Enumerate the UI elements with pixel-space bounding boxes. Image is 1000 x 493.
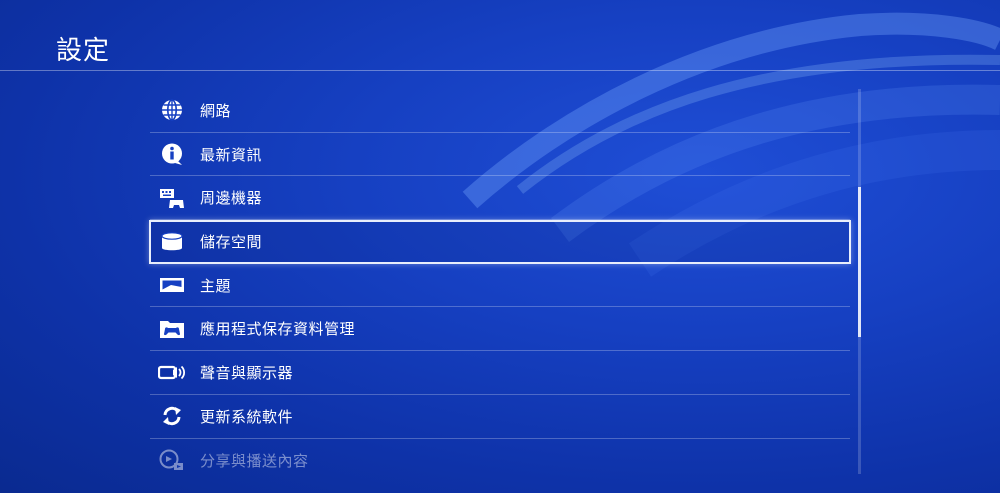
menu-item-storage[interactable]: 儲存空間 bbox=[149, 220, 851, 264]
menu-item-label: 應用程式保存資料管理 bbox=[200, 320, 356, 339]
menu-item-share-broadcast[interactable]: 分享與播送內容 bbox=[150, 439, 850, 483]
menu-item-sound-display[interactable]: 聲音與顯示器 bbox=[150, 351, 850, 395]
menu-item-label: 周邊機器 bbox=[200, 189, 263, 208]
menu-item-label: 網路 bbox=[200, 101, 232, 120]
menu-item-network[interactable]: 網路 bbox=[150, 89, 850, 133]
menu-item-themes[interactable]: 主題 bbox=[150, 264, 850, 308]
storage-icon bbox=[158, 228, 186, 256]
share-broadcast-icon bbox=[158, 446, 186, 474]
info-icon bbox=[158, 140, 186, 168]
menu-item-saved-data[interactable]: 應用程式保存資料管理 bbox=[150, 307, 850, 352]
menu-item-label: 最新資訊 bbox=[200, 145, 263, 164]
scrollbar-track[interactable] bbox=[858, 89, 861, 474]
menu-item-label: 儲存空間 bbox=[200, 233, 263, 252]
menu-item-label: 分享與播送內容 bbox=[200, 451, 309, 470]
globe-icon bbox=[158, 96, 186, 124]
menu-item-devices[interactable]: 周邊機器 bbox=[150, 176, 850, 221]
menu-item-whats-new[interactable]: 最新資訊 bbox=[150, 133, 850, 177]
scrollbar-thumb[interactable] bbox=[858, 187, 861, 337]
sound-display-icon bbox=[158, 358, 186, 386]
theme-icon bbox=[158, 271, 186, 299]
header-divider bbox=[0, 70, 1000, 71]
menu-item-label: 主題 bbox=[200, 276, 232, 295]
peripherals-icon bbox=[158, 184, 186, 212]
settings-menu: 網路 最新資訊 周邊機器 儲存空間 主題 應用程式保存資料管理 聲音與顯示器 更… bbox=[149, 89, 851, 483]
page-title: 設定 bbox=[56, 36, 111, 66]
update-icon bbox=[158, 402, 186, 430]
menu-item-system-update[interactable]: 更新系統軟件 bbox=[150, 395, 850, 439]
menu-item-label: 聲音與顯示器 bbox=[200, 363, 294, 382]
saved-data-icon bbox=[158, 315, 186, 343]
menu-item-label: 更新系統軟件 bbox=[200, 407, 294, 426]
